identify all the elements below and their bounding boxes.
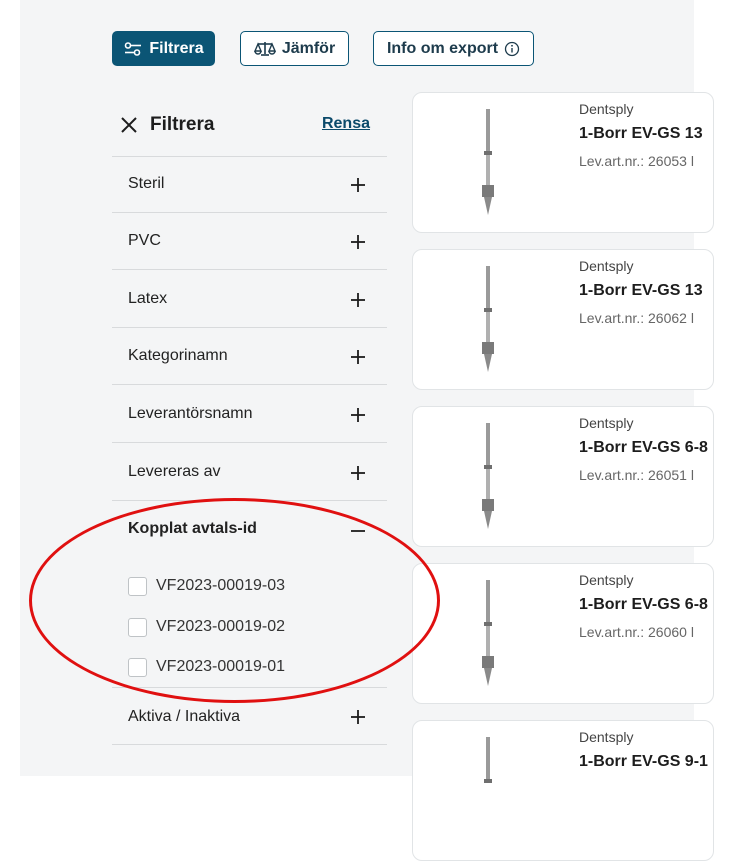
filter-button-label: Filtrera <box>149 39 204 57</box>
product-brand: Dentsply <box>579 101 634 117</box>
product-article-number: Lev.art.nr.: 26053 l <box>579 153 694 169</box>
filter-section-leverantorsnamn[interactable]: Leverantörsnamn <box>112 386 387 443</box>
product-brand: Dentsply <box>579 415 634 431</box>
compare-button-label: Jämför <box>281 39 336 57</box>
filter-section-label: Latex <box>128 290 168 307</box>
product-article-number: Lev.art.nr.: 26062 l <box>579 310 694 326</box>
plus-icon[interactable] <box>350 234 366 250</box>
export-info-label: Info om export <box>386 39 499 57</box>
plus-icon[interactable] <box>350 177 366 193</box>
scale-icon <box>253 41 276 56</box>
filter-section-label: Aktiva / Inaktiva <box>128 708 241 725</box>
plus-icon[interactable] <box>350 465 366 481</box>
product-card[interactable]: Dentsply 1-Borr EV-GS 6-8 Lev.art.nr.: 2… <box>412 563 714 704</box>
plus-icon[interactable] <box>350 349 366 365</box>
product-brand: Dentsply <box>579 729 634 745</box>
plus-icon[interactable] <box>350 407 366 423</box>
filter-section-latex[interactable]: Latex <box>112 271 387 328</box>
filter-option-label: VF2023-00019-02 <box>156 618 285 635</box>
product-card[interactable]: Dentsply 1-Borr EV-GS 9-1 <box>412 720 714 861</box>
plus-icon[interactable] <box>350 709 366 725</box>
close-icon[interactable] <box>120 116 138 134</box>
product-card[interactable]: Dentsply 1-Borr EV-GS 13 Lev.art.nr.: 26… <box>412 92 714 233</box>
filter-button[interactable]: Filtrera <box>112 31 215 66</box>
product-name[interactable]: 1-Borr EV-GS 6-8 <box>579 596 708 614</box>
filter-section-label: Levereras av <box>128 463 221 480</box>
clear-filters-link[interactable]: Rensa <box>322 115 370 133</box>
filter-section-steril[interactable]: Steril <box>112 156 387 213</box>
filter-section-pvc[interactable]: PVC <box>112 213 387 270</box>
product-name[interactable]: 1-Borr EV-GS 13 <box>579 282 703 300</box>
filter-option[interactable]: VF2023-00019-01 <box>128 656 285 678</box>
drill-image <box>482 580 494 686</box>
minus-icon[interactable] <box>350 523 366 539</box>
filter-section-label: Kategorinamn <box>128 347 228 364</box>
filter-section-aktiva-inaktiva[interactable]: Aktiva / Inaktiva <box>112 688 387 745</box>
product-brand: Dentsply <box>579 258 634 274</box>
product-card[interactable]: Dentsply 1-Borr EV-GS 13 Lev.art.nr.: 26… <box>412 249 714 390</box>
drill-image <box>484 737 492 783</box>
filter-section-label: Leverantörsnamn <box>128 405 253 422</box>
filter-option-label: VF2023-00019-01 <box>156 658 285 675</box>
filter-option[interactable]: VF2023-00019-02 <box>128 616 285 638</box>
filter-section-levereras-av[interactable]: Levereras av <box>112 444 387 501</box>
filter-section-kategorinamn[interactable]: Kategorinamn <box>112 328 387 385</box>
product-article-number: Lev.art.nr.: 26051 l <box>579 467 694 483</box>
product-name[interactable]: 1-Borr EV-GS 6-8 <box>579 439 708 457</box>
product-article-number: Lev.art.nr.: 26060 l <box>579 624 694 640</box>
product-name[interactable]: 1-Borr EV-GS 13 <box>579 125 703 143</box>
compare-button[interactable]: Jämför <box>240 31 349 66</box>
plus-icon[interactable] <box>350 292 366 308</box>
sliders-icon <box>125 41 142 56</box>
checkbox[interactable] <box>128 617 147 637</box>
filter-panel-title: Filtrera <box>150 114 215 135</box>
filter-section-label: Steril <box>128 175 165 192</box>
filter-option-label: VF2023-00019-03 <box>156 577 285 594</box>
product-card[interactable]: Dentsply 1-Borr EV-GS 6-8 Lev.art.nr.: 2… <box>412 406 714 547</box>
filter-option[interactable]: VF2023-00019-03 <box>128 575 285 597</box>
drill-image <box>482 109 494 215</box>
filter-section-label: PVC <box>128 232 161 249</box>
info-icon <box>504 41 520 56</box>
filter-panel-header: Filtrera Rensa <box>112 104 387 157</box>
product-name[interactable]: 1-Borr EV-GS 9-1 <box>579 753 708 771</box>
drill-image <box>482 266 494 372</box>
export-info-button[interactable]: Info om export <box>373 31 534 66</box>
product-brand: Dentsply <box>579 572 634 588</box>
filter-section-label[interactable]: Kopplat avtals-id <box>128 520 257 538</box>
checkbox[interactable] <box>128 576 147 596</box>
drill-image <box>482 423 494 529</box>
checkbox[interactable] <box>128 657 147 677</box>
